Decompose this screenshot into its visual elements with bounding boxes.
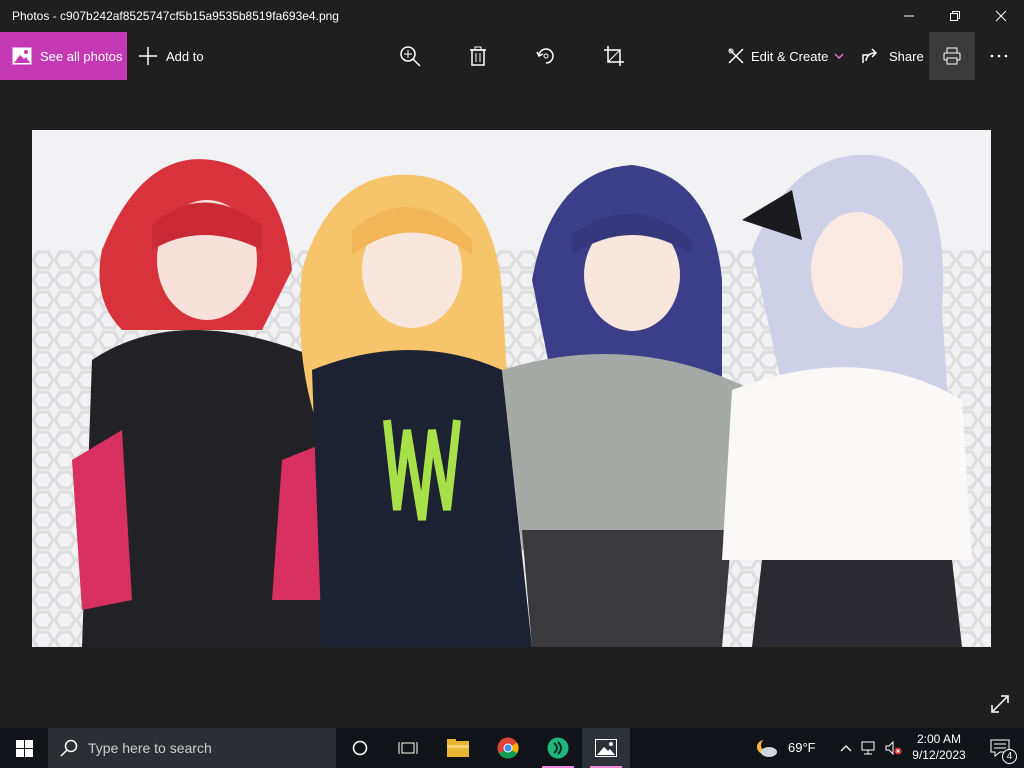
show-hidden-icons-button[interactable] [834, 728, 858, 768]
see-all-photos-button[interactable]: See all photos [0, 32, 127, 80]
photos-icon [595, 739, 617, 757]
more-icon [990, 54, 1008, 58]
edit-create-label: Edit & Create [751, 48, 829, 64]
minimize-icon [904, 15, 914, 17]
start-button[interactable] [0, 728, 48, 768]
photo-display[interactable] [32, 130, 991, 647]
weather-icon [757, 739, 777, 757]
crop-button[interactable] [591, 32, 637, 80]
notifications-button[interactable]: 4 [976, 728, 1024, 768]
cortana-icon [352, 740, 368, 756]
photos-icon [12, 47, 32, 65]
app-button[interactable] [534, 728, 582, 768]
toolbar: See all photos Add to Edit & Create Shar… [0, 32, 1024, 80]
edit-icon [728, 48, 744, 64]
fullscreen-button[interactable] [986, 690, 1014, 718]
see-all-photos-label: See all photos [40, 48, 123, 64]
chrome-icon [497, 737, 519, 759]
chevron-up-icon [840, 745, 852, 752]
volume-button[interactable] [882, 728, 906, 768]
network-icon [861, 741, 875, 755]
crop-icon [604, 46, 624, 66]
add-to-button[interactable]: Add to [138, 32, 204, 80]
cortana-button[interactable] [336, 728, 384, 768]
chevron-down-icon [834, 53, 844, 60]
weather-temperature: 69°F [788, 740, 816, 755]
zoom-in-icon [400, 46, 421, 67]
search-icon [60, 739, 78, 757]
task-view-button[interactable] [384, 728, 432, 768]
clock-time: 2:00 AM [916, 732, 962, 746]
network-button[interactable] [858, 728, 882, 768]
anime-illustration [32, 130, 991, 647]
title-bar: Photos - c907b242af8525747cf5b15a9535b85… [0, 0, 1024, 32]
taskbar-search[interactable]: Type here to search [48, 728, 336, 768]
system-clock[interactable]: 2:00 AM 9/12/2023 [908, 731, 970, 763]
close-button[interactable] [978, 0, 1024, 32]
window-title: Photos - c907b242af8525747cf5b15a9535b85… [12, 9, 339, 23]
maximize-button[interactable] [932, 0, 978, 32]
rotate-icon [536, 48, 554, 64]
windows-icon [15, 739, 33, 757]
print-icon [943, 47, 961, 65]
weather-button[interactable] [748, 728, 784, 768]
task-view-icon [398, 742, 418, 754]
volume-icon [885, 741, 902, 755]
edit-create-button[interactable]: Edit & Create [727, 32, 844, 80]
maximize-icon [950, 11, 960, 21]
zoom-button[interactable] [387, 32, 433, 80]
plus-icon [139, 47, 157, 65]
delete-button[interactable] [455, 32, 501, 80]
print-button[interactable] [929, 32, 975, 80]
close-icon [995, 10, 1007, 22]
notification-count: 4 [1002, 749, 1017, 764]
photos-taskbar-button[interactable] [582, 728, 630, 768]
taskbar: Type here to search 69°F 2:00 AM 9/12/20… [0, 728, 1024, 768]
share-icon [862, 48, 878, 63]
share-label: Share [889, 48, 924, 64]
search-placeholder: Type here to search [88, 740, 212, 756]
file-explorer-icon [447, 739, 469, 757]
add-to-label: Add to [166, 48, 204, 64]
delete-icon [470, 46, 486, 66]
minimize-button[interactable] [886, 0, 932, 32]
app-icon [547, 737, 569, 759]
chrome-button[interactable] [484, 728, 532, 768]
more-options-button[interactable] [976, 32, 1022, 80]
share-button[interactable]: Share [861, 32, 924, 80]
rotate-button[interactable] [523, 32, 569, 80]
expand-icon [991, 695, 1009, 713]
clock-date: 9/12/2023 [912, 748, 966, 762]
file-explorer-button[interactable] [434, 728, 482, 768]
